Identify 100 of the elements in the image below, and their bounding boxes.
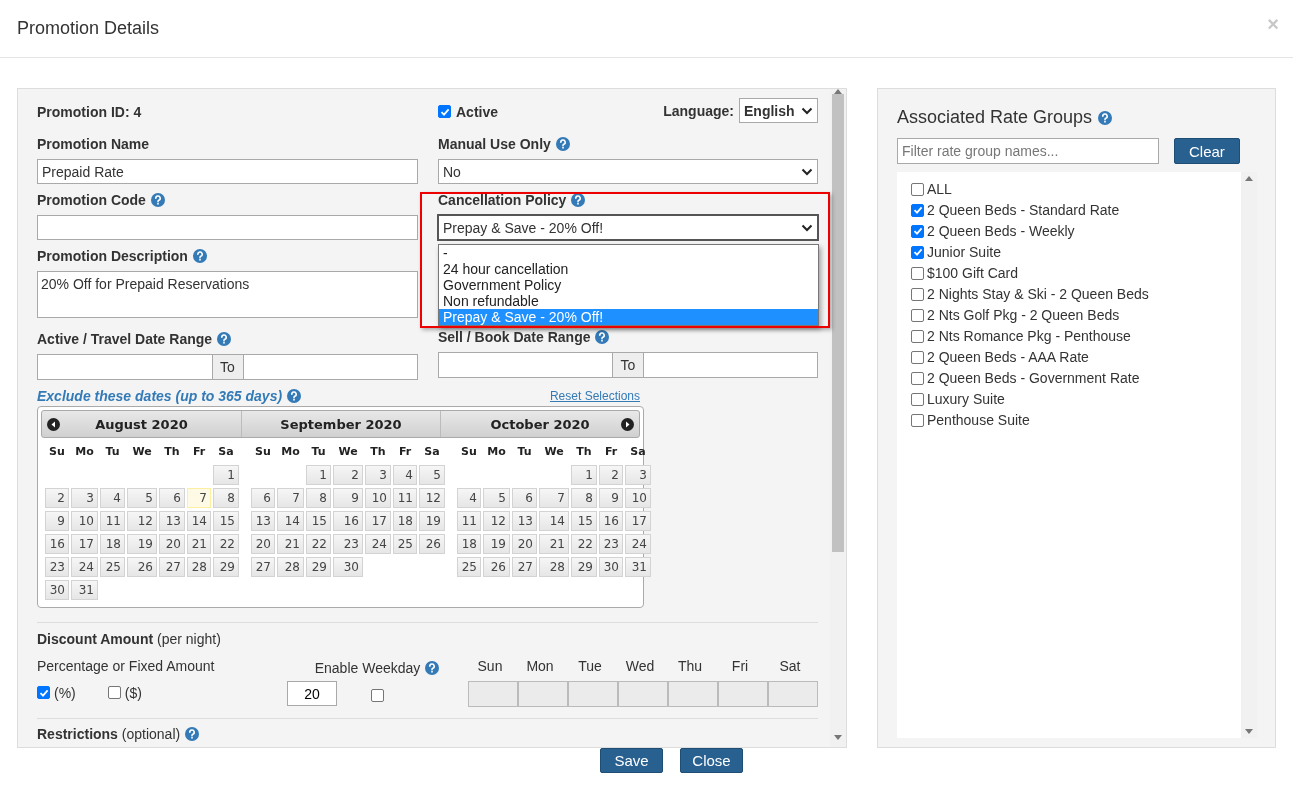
- scroll-down-icon[interactable]: [834, 735, 842, 740]
- day-cell[interactable]: 2: [599, 465, 623, 485]
- day-cell[interactable]: 5: [419, 465, 445, 485]
- day-cell[interactable]: 21: [187, 534, 211, 554]
- day-cell[interactable]: 17: [71, 534, 98, 554]
- day-cell[interactable]: 10: [365, 488, 391, 508]
- checkbox[interactable]: [911, 182, 924, 196]
- day-cell[interactable]: 30: [599, 557, 623, 577]
- checkbox[interactable]: [911, 413, 924, 427]
- day-cell[interactable]: 2: [333, 465, 363, 485]
- reset-selections-link[interactable]: Reset Selections: [549, 388, 640, 403]
- day-cell[interactable]: 11: [457, 511, 481, 531]
- day-cell[interactable]: 14: [277, 511, 304, 531]
- day-cell[interactable]: 11: [100, 511, 125, 531]
- day-cell[interactable]: 28: [539, 557, 569, 577]
- checkbox[interactable]: [911, 329, 924, 343]
- day-cell[interactable]: 10: [625, 488, 651, 508]
- day-cell[interactable]: 17: [625, 511, 651, 531]
- day-cell[interactable]: 22: [306, 534, 331, 554]
- day-cell[interactable]: 31: [625, 557, 651, 577]
- day-cell[interactable]: 3: [71, 488, 98, 508]
- help-icon[interactable]: [425, 660, 440, 675]
- next-icon[interactable]: [621, 418, 634, 431]
- promotion-name-field[interactable]: Prepaid Rate: [37, 159, 418, 184]
- day-cell[interactable]: 18: [100, 534, 125, 554]
- checkbox[interactable]: [911, 287, 924, 301]
- checkbox[interactable]: [911, 266, 924, 280]
- day-cell[interactable]: 9: [45, 511, 69, 531]
- help-icon[interactable]: [192, 248, 207, 263]
- day-cell[interactable]: 25: [457, 557, 481, 577]
- day-cell[interactable]: 23: [333, 534, 363, 554]
- day-cell[interactable]: 19: [127, 534, 157, 554]
- day-cell[interactable]: 19: [419, 511, 445, 531]
- day-cell[interactable]: 1: [213, 465, 239, 485]
- day-cell[interactable]: 20: [512, 534, 537, 554]
- checkbox[interactable]: [911, 308, 924, 322]
- start-date-field[interactable]: [438, 352, 613, 378]
- day-cell[interactable]: 13: [251, 511, 275, 531]
- day-cell[interactable]: 4: [100, 488, 125, 508]
- day-cell[interactable]: 16: [45, 534, 69, 554]
- day-cell[interactable]: 30: [333, 557, 363, 577]
- checkbox[interactable]: [911, 224, 924, 238]
- clear-button[interactable]: Clear: [1174, 138, 1240, 164]
- day-cell[interactable]: 4: [457, 488, 481, 508]
- day-cell[interactable]: 26: [127, 557, 157, 577]
- day-cell[interactable]: 6: [251, 488, 275, 508]
- scroll-down-icon[interactable]: [1245, 729, 1253, 734]
- day-cell[interactable]: 10: [71, 511, 98, 531]
- day-cell[interactable]: 20: [159, 534, 185, 554]
- help-icon[interactable]: [1098, 110, 1113, 125]
- checkbox[interactable]: [911, 392, 924, 406]
- dropdown-option[interactable]: Government Policy: [439, 277, 818, 293]
- day-cell[interactable]: 15: [571, 511, 597, 531]
- day-cell[interactable]: 23: [599, 534, 623, 554]
- day-cell[interactable]: 9: [333, 488, 363, 508]
- day-cell[interactable]: 7: [187, 488, 211, 508]
- day-cell[interactable]: 20: [251, 534, 275, 554]
- start-date-field[interactable]: [37, 354, 213, 380]
- day-cell[interactable]: 13: [159, 511, 185, 531]
- day-cell[interactable]: 22: [213, 534, 239, 554]
- day-cell[interactable]: 12: [483, 511, 510, 531]
- day-cell[interactable]: 7: [277, 488, 304, 508]
- cancellation-policy-select[interactable]: Prepay & Save - 20% Off!: [438, 215, 818, 240]
- dropdown-option[interactable]: Non refundable: [439, 293, 818, 309]
- help-icon[interactable]: [287, 388, 302, 403]
- day-cell[interactable]: 30: [45, 580, 69, 600]
- day-cell[interactable]: 25: [100, 557, 125, 577]
- checkbox[interactable]: [911, 350, 924, 364]
- day-cell[interactable]: 4: [393, 465, 417, 485]
- day-cell[interactable]: 12: [419, 488, 445, 508]
- scrollbar-thumb[interactable]: [832, 94, 844, 552]
- day-cell[interactable]: 11: [393, 488, 417, 508]
- day-cell[interactable]: 5: [127, 488, 157, 508]
- day-cell[interactable]: 3: [365, 465, 391, 485]
- day-cell[interactable]: 28: [187, 557, 211, 577]
- day-cell[interactable]: 15: [306, 511, 331, 531]
- day-cell[interactable]: 26: [419, 534, 445, 554]
- checkbox[interactable]: [911, 371, 924, 385]
- day-cell[interactable]: 17: [365, 511, 391, 531]
- amount-field[interactable]: 20: [287, 681, 337, 706]
- day-cell[interactable]: 31: [71, 580, 98, 600]
- day-cell[interactable]: 27: [512, 557, 537, 577]
- day-cell[interactable]: 19: [483, 534, 510, 554]
- close-button[interactable]: Close: [680, 748, 743, 773]
- help-icon[interactable]: [185, 726, 200, 741]
- day-cell[interactable]: 28: [277, 557, 304, 577]
- previous-icon[interactable]: [47, 418, 60, 431]
- day-cell[interactable]: 21: [539, 534, 569, 554]
- dropdown-option[interactable]: 24 hour cancellation: [439, 261, 818, 277]
- weekday-checkbox[interactable]: [370, 689, 384, 702]
- help-icon[interactable]: [571, 192, 586, 207]
- day-cell[interactable]: 24: [365, 534, 391, 554]
- day-cell[interactable]: 5: [483, 488, 510, 508]
- end-date-field[interactable]: [643, 352, 818, 378]
- day-cell[interactable]: 14: [187, 511, 211, 531]
- day-cell[interactable]: 16: [599, 511, 623, 531]
- end-date-field[interactable]: [242, 354, 418, 380]
- help-icon[interactable]: [595, 329, 610, 344]
- help-icon[interactable]: [555, 136, 570, 151]
- help-icon[interactable]: [150, 192, 165, 207]
